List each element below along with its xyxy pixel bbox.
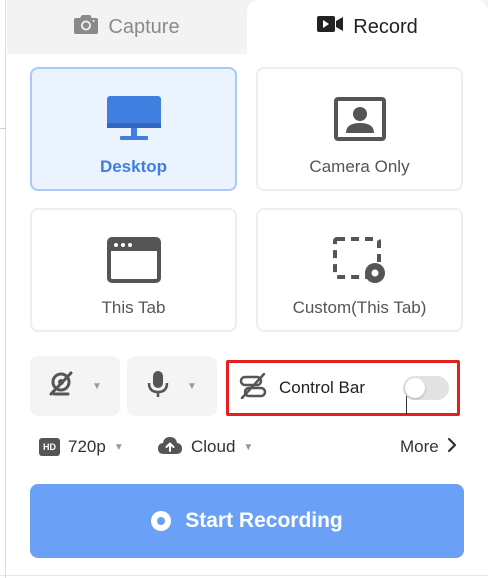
more-options-button[interactable]: More [400, 432, 457, 462]
camera-portrait-icon [333, 95, 386, 143]
resolution-value: 720p [68, 437, 106, 456]
mode-card-desktop[interactable]: Desktop [30, 67, 237, 191]
video-camera-icon [317, 15, 344, 39]
start-recording-label: Start Recording [185, 509, 343, 532]
hd-badge-icon: HD [39, 438, 60, 456]
storage-selector[interactable]: Cloud ▼ [157, 432, 253, 462]
more-label: More [400, 437, 439, 456]
control-bar-off-icon [239, 372, 267, 404]
text-cursor-icon [406, 396, 407, 414]
caret-down-icon: ▼ [92, 380, 102, 392]
tab-bar: Capture Record [7, 0, 488, 54]
tab-capture-label: Capture [108, 15, 180, 38]
custom-region-icon [332, 236, 388, 284]
tab-record[interactable]: Record [247, 0, 488, 54]
browser-tab-icon [106, 236, 161, 284]
mode-card-camera-only[interactable]: Camera Only [256, 67, 463, 191]
camera-toggle-button[interactable]: ▼ [30, 356, 120, 416]
monitor-icon [106, 95, 161, 143]
mode-card-custom[interactable]: Custom(This Tab) [256, 208, 463, 332]
record-dot-icon [151, 511, 172, 531]
toggle-knob [405, 378, 425, 398]
mode-label-custom: Custom(This Tab) [292, 298, 427, 317]
camera-icon [74, 14, 99, 41]
record-panel: Desktop Camera Only This Tab Custom(This… [7, 54, 488, 578]
caret-down-icon: ▼ [113, 441, 124, 453]
control-bar-option: Control Bar [226, 360, 460, 416]
control-bar-toggle[interactable] [403, 376, 449, 400]
microphone-icon [147, 370, 169, 403]
control-bar-label: Control Bar [279, 378, 365, 397]
caret-down-icon: ▼ [187, 380, 197, 392]
mode-card-this-tab[interactable]: This Tab [30, 208, 237, 332]
tab-capture[interactable]: Capture [7, 0, 247, 54]
bottom-divider [0, 575, 488, 576]
mode-label-camera-only: Camera Only [309, 157, 410, 176]
caret-down-icon: ▼ [243, 441, 254, 453]
storage-value: Cloud [191, 437, 236, 456]
cloud-upload-icon [157, 435, 183, 460]
camera-off-icon [48, 371, 74, 402]
left-strip-tick [0, 128, 6, 129]
start-recording-button[interactable]: Start Recording [30, 484, 464, 558]
chevron-right-icon [447, 437, 457, 458]
tab-record-label: Record [353, 15, 418, 38]
mode-label-desktop: Desktop [99, 157, 168, 176]
microphone-toggle-button[interactable]: ▼ [127, 356, 217, 416]
left-strip [0, 0, 6, 578]
resolution-selector[interactable]: HD 720p ▼ [39, 432, 124, 462]
mode-label-this-tab: This Tab [101, 298, 166, 317]
